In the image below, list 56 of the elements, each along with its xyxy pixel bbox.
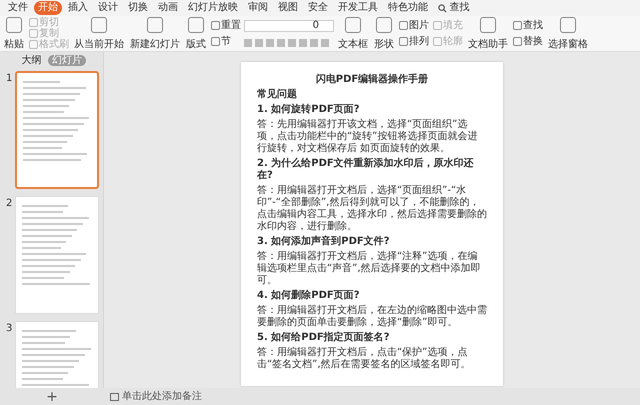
slide-number: 1 (6, 72, 13, 86)
slide-number: 2 (6, 197, 13, 211)
toolbar-button[interactable]: 形状 (372, 17, 396, 50)
question-text: 5. 如何给PDF指定页面签名? (257, 332, 390, 344)
tool-icon (560, 17, 576, 33)
ribbon-tab[interactable]: 视图 (274, 1, 302, 15)
toolbar-button[interactable]: 图片 (398, 20, 430, 31)
answer-text: 答：用编辑器打开文档后，点击“保护”选项，点击“签名文档”,然后在需要签名的区域签名即可。 (257, 347, 472, 371)
toolbar-button[interactable]: 文档助手 (466, 17, 510, 50)
ribbon-tab[interactable]: 幻灯片放映 (184, 1, 242, 15)
answer-text: 答：用编辑器打开文档后，在左边的缩略图中选中需要删除的页面单击要删除，选择“删除”即可。 (257, 305, 487, 329)
toolbar-button[interactable]: 文本框 (336, 17, 370, 50)
file-menu[interactable]: 文件 (4, 1, 32, 15)
question-text: 4. 如何删除PDF页面? (257, 290, 360, 302)
tool-icon (6, 17, 22, 33)
ribbon-tab[interactable]: 动画 (154, 1, 182, 15)
toolbar-button[interactable]: 节 (210, 36, 242, 48)
ribbon-tab[interactable]: 切换 (124, 1, 152, 15)
slide-number: 3 (6, 322, 13, 336)
question-text: 3. 如何添加声音到PDF文件? (257, 236, 390, 248)
search-icon (438, 4, 447, 12)
document-title: 闪电PDF编辑器操作手册 (314, 74, 430, 86)
slide-thumbnail[interactable] (15, 71, 99, 189)
question-text: 1. 如何旋转PDF页面? (257, 104, 360, 116)
search-button[interactable]: 查找 (434, 1, 474, 15)
ribbon-tab[interactable]: 设计 (94, 1, 122, 15)
ribbon-tab[interactable]: 安全 (304, 1, 332, 15)
toolbar-button[interactable]: 粘贴 (2, 17, 26, 50)
tool-icon (480, 17, 496, 33)
question-text: 2. 为什么给PDF文件重新添加水印后，原水印还在? (257, 158, 475, 182)
toolbar-button[interactable]: 查找 (512, 20, 544, 31)
section-heading: 常见问题 (257, 89, 298, 101)
tool-icon (147, 17, 163, 33)
toolbar-button[interactable]: 排列 (398, 36, 430, 48)
tool-icon (345, 17, 361, 33)
ribbon-tab[interactable]: 插入 (64, 1, 92, 15)
answer-text: 答：用编辑器打开文档后，选择“注释”选项，在编辑选项栏里点击“声音”,然后选择要的文档中添加即可。 (257, 251, 482, 287)
toolbar-button[interactable]: 从当前开始 (72, 17, 126, 50)
toolbar-button[interactable]: 版式 (184, 17, 208, 50)
ribbon-tab[interactable]: 特色功能 (384, 1, 432, 15)
tool-icon (376, 17, 392, 33)
tool-icon (188, 17, 204, 33)
answer-text: 答：先用编辑器打开该文档，选择“页面组织”选项，点击功能栏中的“旋转”按钮将选择页面就会进行旋转，对文档保存后 如页面旋转的效果。 (257, 119, 478, 155)
view-tab[interactable]: 大纲 (17, 54, 46, 66)
notes-field[interactable]: 单击此处添加备注 (104, 389, 202, 404)
answer-text: 答：用编辑器打开文档后，选择“页面组织”-“水印”-“全部删除”,然后得到就可以了，不能删除的，点击编辑内容工具，选择水印，然后选择需要删除的水印内容，进行删除。 (257, 185, 487, 233)
toolbar-button[interactable]: 新建幻灯片 (128, 17, 182, 50)
ribbon-tab[interactable]: 审阅 (244, 1, 272, 15)
toolbar-button[interactable]: 重置 (210, 20, 242, 31)
note-icon (110, 392, 119, 400)
toolbar-button[interactable]: 选择窗格 (546, 17, 590, 50)
toolbar-button[interactable]: 替换 (512, 36, 544, 48)
ribbon-tab[interactable]: 开发工具 (334, 1, 382, 15)
font-size-field[interactable]: 0 (244, 20, 334, 32)
add-slide-button[interactable]: + (0, 388, 104, 404)
tool-icon (91, 17, 107, 33)
